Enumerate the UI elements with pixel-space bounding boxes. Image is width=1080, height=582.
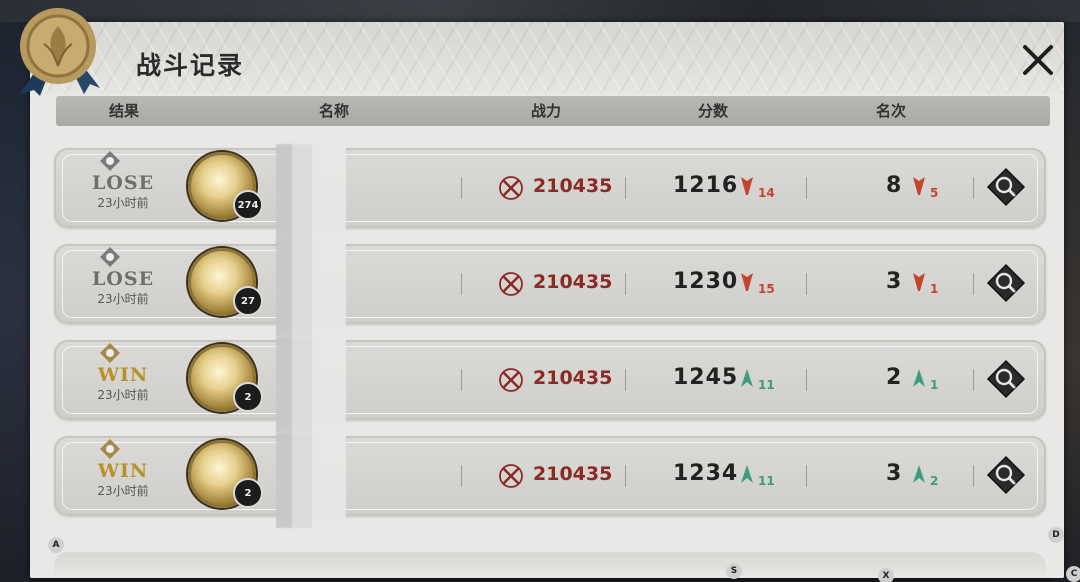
background-top <box>0 0 1080 22</box>
rank-delta: 1 <box>930 282 939 296</box>
score-value: 1245 <box>673 365 739 390</box>
combat-power-value: 210435 <box>533 271 613 293</box>
arrow-up-icon <box>741 369 753 387</box>
hotkey-c-badge: C <box>1066 566 1080 582</box>
column-header-power: 战力 <box>530 102 562 120</box>
column-divider <box>461 273 462 295</box>
result-emblem-icon <box>100 343 120 363</box>
column-divider <box>625 177 626 199</box>
column-divider <box>461 177 462 199</box>
arrow-up-icon <box>741 465 753 483</box>
bottom-fade <box>30 557 1064 578</box>
background-left <box>0 22 30 582</box>
result-time: 23小时前 <box>97 196 149 210</box>
arrow-down-icon <box>913 273 925 291</box>
result-time: 23小时前 <box>97 388 149 402</box>
result-emblem-icon <box>100 439 120 459</box>
rank-value: 8 <box>886 173 903 198</box>
column-header-result: 结果 <box>108 102 140 120</box>
rank-value: 3 <box>886 269 903 294</box>
combat-power-value: 210435 <box>533 463 613 485</box>
column-divider <box>973 369 974 391</box>
arrow-down-icon <box>741 273 753 291</box>
level-badge: 2 <box>233 382 263 412</box>
rank-delta: 2 <box>930 474 939 488</box>
column-header-name: 名称 <box>318 102 350 120</box>
result-emblem-icon <box>100 151 120 171</box>
score-delta: 11 <box>758 474 775 488</box>
column-divider <box>625 369 626 391</box>
score-value: 1234 <box>673 461 739 486</box>
hotkey-s-badge: S <box>726 563 742 579</box>
result-time: 23小时前 <box>97 484 149 498</box>
result-time: 23小时前 <box>97 292 149 306</box>
column-divider <box>973 177 974 199</box>
column-divider <box>806 465 807 487</box>
wax-seal-icon <box>20 8 100 96</box>
column-divider <box>806 273 807 295</box>
level-badge: 27 <box>233 286 263 316</box>
crossed-swords-icon <box>499 176 523 200</box>
magnifier-detail-icon[interactable] <box>986 263 1026 303</box>
player-name-censored <box>276 336 346 432</box>
column-header-rank: 名次 <box>875 102 907 120</box>
score-delta: 11 <box>758 378 775 392</box>
arrow-down-icon <box>741 177 753 195</box>
result-label: WIN <box>97 460 149 482</box>
column-divider <box>806 369 807 391</box>
battle-record-panel: 战斗记录 结果 名称 战力 分数 名次 LOSE 23小时前 274 210435 12… <box>30 22 1064 578</box>
hotkey-d-badge: D <box>1048 527 1064 543</box>
column-divider <box>973 273 974 295</box>
close-x-icon <box>1023 45 1053 75</box>
rank-delta: 1 <box>930 378 939 392</box>
magnifier-detail-icon[interactable] <box>986 167 1026 207</box>
magnifier-detail-icon[interactable] <box>986 455 1026 495</box>
crossed-swords-icon <box>499 464 523 488</box>
column-divider <box>973 465 974 487</box>
combat-power-value: 210435 <box>533 175 613 197</box>
crossed-swords-icon <box>499 272 523 296</box>
score-value: 1230 <box>673 269 739 294</box>
magnifier-detail-icon[interactable] <box>986 359 1026 399</box>
player-name-censored <box>276 432 346 528</box>
column-divider <box>461 465 462 487</box>
level-badge: 2 <box>233 478 263 508</box>
level-badge: 274 <box>233 190 263 220</box>
player-name-censored <box>276 240 346 336</box>
arrow-down-icon <box>913 177 925 195</box>
column-header-score: 分数 <box>697 102 729 120</box>
column-divider <box>625 465 626 487</box>
score-delta: 15 <box>758 282 775 296</box>
hotkey-a-badge: A <box>48 537 64 553</box>
arrow-up-icon <box>913 465 925 483</box>
result-label: LOSE <box>91 268 155 290</box>
combat-power-value: 210435 <box>533 367 613 389</box>
score-delta: 14 <box>758 186 775 200</box>
result-label: WIN <box>97 364 149 386</box>
rank-delta: 5 <box>930 186 939 200</box>
hotkey-x-badge: X <box>878 568 894 582</box>
crossed-swords-icon <box>499 368 523 392</box>
column-divider <box>461 369 462 391</box>
close-button[interactable] <box>1016 38 1060 82</box>
rank-value: 3 <box>886 461 903 486</box>
result-emblem-icon <box>100 247 120 267</box>
column-divider <box>806 177 807 199</box>
rank-value: 2 <box>886 365 903 390</box>
panel-title: 战斗记录 <box>136 51 245 80</box>
result-label: LOSE <box>91 172 155 194</box>
arrow-up-icon <box>913 369 925 387</box>
column-divider <box>625 273 626 295</box>
score-value: 1216 <box>673 173 739 198</box>
game-screen: 战斗记录 结果 名称 战力 分数 名次 LOSE 23小时前 274 210435 12… <box>0 0 1080 582</box>
